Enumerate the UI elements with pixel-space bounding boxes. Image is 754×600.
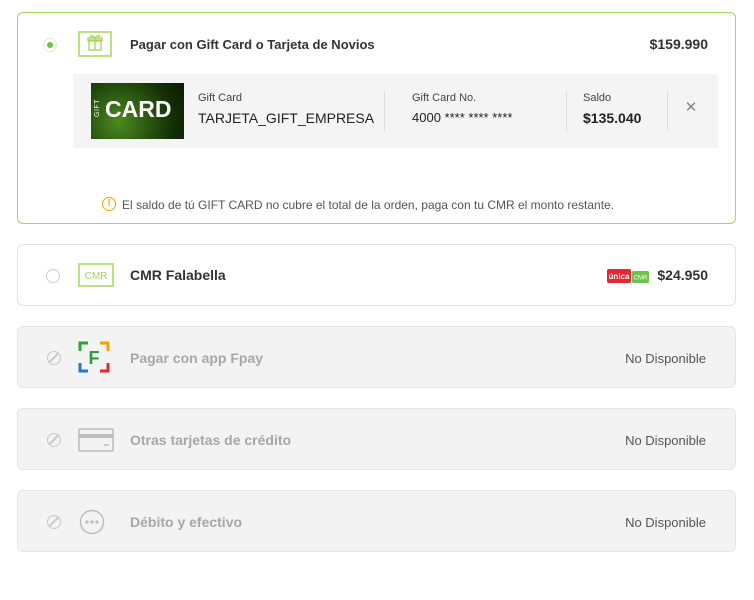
giftcard-image: GIFT CARD — [91, 83, 184, 139]
giftcard-number-label: Gift Card No. — [412, 92, 477, 104]
giftcard-number-value: 4000 **** **** **** — [412, 110, 513, 125]
divider — [384, 91, 385, 131]
cmr-card-icon: CMR — [78, 263, 114, 292]
giftcard-type-label: Gift Card — [198, 92, 243, 104]
disabled-icon — [47, 351, 61, 365]
giftcard-option-card[interactable]: Pagar con Gift Card o Tarjeta de Novios … — [17, 12, 736, 224]
cmr-radio[interactable] — [46, 269, 60, 283]
giftcard-balance-value: $135.040 — [583, 110, 642, 126]
disabled-icon — [47, 433, 61, 447]
fpay-icon: F — [78, 341, 110, 378]
giftcard-detail-panel: GIFT CARD Gift Card TARJETA_GIFT_EMPRESA… — [73, 74, 718, 148]
disabled-icon — [47, 515, 61, 529]
giftcard-option-price: $159.990 — [649, 36, 708, 52]
giftcard-type-value: TARJETA_GIFT_EMPRESA — [198, 110, 375, 126]
credit-status: No Disponible — [625, 433, 706, 448]
debit-status: No Disponible — [625, 515, 706, 530]
giftcard-radio[interactable] — [43, 38, 57, 52]
fpay-icon-text: F — [89, 348, 100, 368]
fpay-status: No Disponible — [625, 351, 706, 366]
fpay-option-card: F Pagar con app Fpay No Disponible — [17, 326, 736, 388]
giftcard-option-title: Pagar con Gift Card o Tarjeta de Novios — [130, 37, 375, 52]
divider — [667, 91, 668, 131]
giftcard-image-text: CARD — [105, 96, 172, 122]
debit-option-title: Débito y efectivo — [130, 514, 243, 530]
cmr-badge-text: CMR — [634, 276, 648, 282]
credit-option-card: Otras tarjetas de crédito No Disponible — [17, 408, 736, 470]
giftcard-image-side-text: GIFT — [94, 99, 101, 117]
more-dots-icon — [79, 509, 105, 540]
fpay-option-title: Pagar con app Fpay — [130, 350, 264, 366]
credit-option-title: Otras tarjetas de crédito — [130, 432, 292, 448]
cmr-badge: CMR — [632, 270, 649, 288]
unica-badge: única — [607, 269, 631, 288]
gift-icon — [78, 31, 112, 62]
giftcard-warning-text: El saldo de tú GIFT CARD no cubre el tot… — [122, 198, 615, 212]
warning-icon: ! — [102, 197, 116, 211]
cmr-option-price: $24.950 — [657, 267, 708, 283]
debit-option-card: Débito y efectivo No Disponible — [17, 490, 736, 552]
cmr-option-title: CMR Falabella — [130, 267, 226, 283]
divider — [566, 91, 567, 131]
cmr-icon-text: CMR — [85, 271, 108, 282]
credit-card-icon — [78, 428, 114, 457]
giftcard-balance-label: Saldo — [583, 92, 612, 104]
unica-badge-text: única — [609, 272, 630, 281]
cmr-option-card[interactable]: CMR CMR Falabella única CMR $24.950 — [17, 244, 736, 306]
close-icon[interactable]: ✕ — [683, 100, 699, 116]
